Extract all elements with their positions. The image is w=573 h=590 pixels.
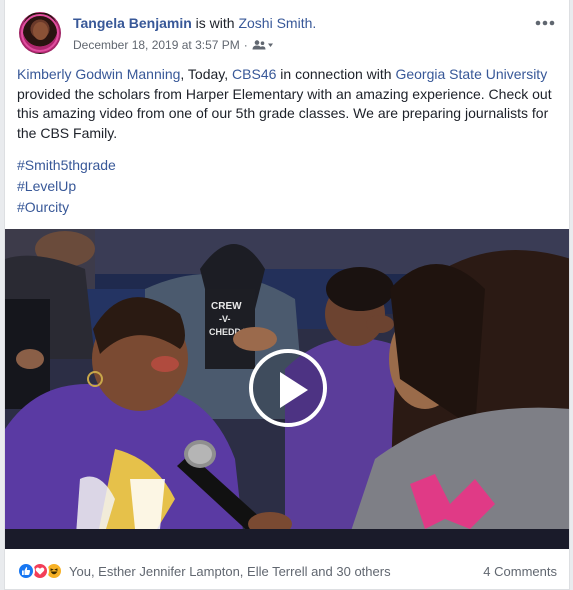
hashtag-list: #Smith5thgrade #LevelUp #Ourcity [17, 155, 116, 218]
author-name-link[interactable]: Tangela Benjamin [73, 15, 192, 31]
author-line: Tangela Benjamin is with Zoshi Smith. [73, 14, 316, 32]
author-avatar[interactable] [19, 12, 61, 54]
post-message: Kimberly Godwin Manning, Today, CBS46 in… [17, 65, 557, 143]
play-icon[interactable] [249, 349, 327, 427]
comments-count-link[interactable]: 4 Comments [483, 564, 557, 579]
reaction-names-link[interactable]: You, Esther Jennifer Lampton, Elle Terre… [69, 564, 391, 579]
svg-text:-V-: -V- [219, 314, 231, 324]
message-text-2: in connection with [276, 66, 396, 82]
play-triangle [280, 372, 308, 408]
tagged-person-link[interactable]: Zoshi Smith. [238, 15, 316, 31]
mention-kimberly[interactable]: Kimberly Godwin Manning [17, 66, 180, 82]
hashtag-link[interactable]: #Ourcity [17, 197, 116, 218]
mention-cbs46[interactable]: CBS46 [232, 66, 276, 82]
video-player[interactable]: CREW -V- CHEDDA [5, 229, 569, 549]
ellipsis-icon[interactable] [533, 16, 557, 30]
hashtag-link[interactable]: #Smith5thgrade [17, 155, 116, 176]
friends-icon[interactable] [252, 40, 274, 50]
message-text-1: , Today, [180, 66, 233, 82]
mention-georgia-state[interactable]: Georgia State University [395, 66, 547, 82]
meta-separator: · [243, 38, 248, 52]
like-icon [17, 562, 35, 580]
hashtag-link[interactable]: #LevelUp [17, 176, 116, 197]
avatar-face [33, 22, 48, 40]
post-timestamp-link[interactable]: December 18, 2019 at 3:57 PM [73, 37, 240, 53]
reaction-icons[interactable] [17, 562, 63, 580]
with-text: is with [195, 15, 235, 31]
post-footer: You, Esther Jennifer Lampton, Elle Terre… [17, 556, 557, 586]
post-header: Tangela Benjamin is with Zoshi Smith. De… [17, 10, 557, 56]
post-meta: December 18, 2019 at 3:57 PM · [73, 37, 274, 53]
svg-text:CREW: CREW [211, 301, 242, 312]
post-card: Tangela Benjamin is with Zoshi Smith. De… [4, 0, 570, 590]
message-text-3: provided the scholars from Harper Elemen… [17, 85, 552, 141]
